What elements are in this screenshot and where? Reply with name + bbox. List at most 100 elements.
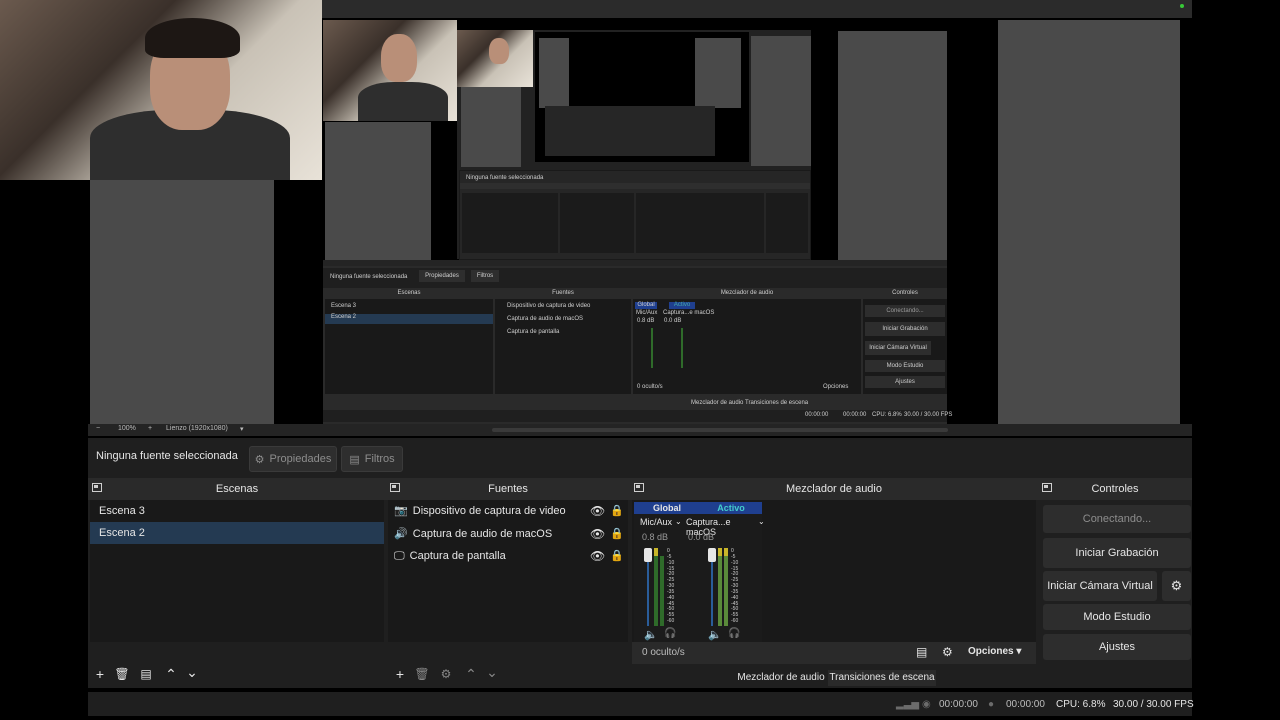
scene-item[interactable]: Escena 3 <box>90 500 384 522</box>
audio-meter-peak <box>718 548 722 556</box>
volume-track[interactable] <box>711 562 713 626</box>
horizontal-scrollbar[interactable] <box>492 428 948 432</box>
status-bar: ▂▃▅ ◉ 00:00:00 ● 00:00:00 CPU: 6.8% 30.0… <box>88 692 1194 716</box>
tab-scene-transitions[interactable]: Transiciones de escena <box>828 670 936 686</box>
cpu-usage: CPU: 6.8% <box>1056 699 1106 710</box>
move-scene-up-button[interactable]: ⌃ <box>162 666 180 683</box>
channel-db: 0.8 dB <box>642 532 669 542</box>
mute-speaker-icon[interactable]: 🔈 <box>708 628 722 641</box>
source-item[interactable]: 🖵 Captura de pantalla <box>394 545 506 567</box>
nested-tab-mixer: Mezclador de audio <box>691 400 744 406</box>
properties-button[interactable]: ⚙ Propiedades <box>249 446 337 472</box>
nested-mixer-dock: Mezclador de audio Global Activo Mic/Aux… <box>633 290 861 394</box>
monitor-headphone-icon[interactable]: 🎧 <box>664 628 676 639</box>
remove-source-button[interactable]: 🗑 <box>413 667 431 681</box>
filters-button[interactable]: ▤ Filtros <box>341 446 403 472</box>
zoom-out-button[interactable]: − <box>96 425 100 432</box>
monitor-icon: 🖵 <box>394 550 405 562</box>
lock-icon[interactable]: 🔒 <box>610 527 624 540</box>
nested-tab-transitions: Transiciones de escena <box>745 400 809 406</box>
undock-icon[interactable] <box>390 483 400 492</box>
fps-display: 30.00 / 30.00 FPS <box>1113 699 1194 710</box>
tab-audio-mixer[interactable]: Mezclador de audio <box>734 670 828 686</box>
start-recording-button[interactable]: Iniciar Grabación <box>1043 538 1191 568</box>
stream-icon: ◉ <box>922 699 931 710</box>
scenes-list: Escena 3 Escena 2 <box>90 500 384 642</box>
gear-icon[interactable]: ⚙ <box>942 645 953 659</box>
nested-props-button: Propiedades <box>419 270 465 282</box>
start-streaming-button[interactable]: Conectando... <box>1043 505 1191 533</box>
mute-speaker-icon[interactable]: 🔈 <box>644 628 658 641</box>
chevron-down-icon[interactable]: ⌄ <box>758 517 765 526</box>
nested-sources-dock: Fuentes Dispositivo de captura de video … <box>495 290 631 394</box>
volume-slider[interactable] <box>644 548 652 562</box>
undock-icon[interactable] <box>634 483 644 492</box>
studio-mode-button[interactable]: Modo Estudio <box>1043 604 1191 630</box>
properties-button-label: Propiedades <box>269 453 332 465</box>
nested-filters-button: Filtros <box>471 270 499 282</box>
active-tab[interactable]: Activo <box>700 502 762 514</box>
scene-item-selected[interactable]: Escena 2 <box>90 522 384 544</box>
undock-icon[interactable] <box>92 483 102 492</box>
channel-name[interactable]: Mic/Aux <box>640 517 672 527</box>
audio-meter-peak <box>654 548 658 556</box>
options-button[interactable]: Opciones ▾ <box>968 646 1021 657</box>
source-item[interactable]: 📷 Dispositivo de captura de video <box>394 500 566 522</box>
signal-bars-icon: ▂▃▅ <box>896 699 920 710</box>
audio-meter <box>654 556 658 626</box>
global-tab[interactable]: Global <box>634 502 700 514</box>
scenes-dock: Escenas Escena 3 Escena 2 + 🗑 ▤ ⌃ ⌄ <box>88 478 386 688</box>
mixer-area: Global Activo Mic/Aux ⌄ Captura...e macO… <box>632 500 1036 642</box>
scene-filters-button[interactable]: ▤ <box>137 667 155 681</box>
chevron-down-icon[interactable]: ⌄ <box>675 517 682 526</box>
source-item[interactable]: 🔊 Captura de audio de macOS <box>394 523 552 545</box>
mixer-dock-header: Mezclador de audio <box>630 478 1038 500</box>
mixer-title: Mezclador de audio <box>785 483 882 495</box>
speaker-icon: 🔊 <box>394 528 408 540</box>
camera-icon: 📷 <box>394 505 408 517</box>
meter-tick-label: -60 <box>667 618 675 624</box>
nested-scenes-dock: Escenas Escena 3 Escena 2 <box>325 290 493 394</box>
virtual-camera-settings-gear-icon[interactable]: ⚙ <box>1162 571 1191 601</box>
zoom-in-button[interactable]: + <box>148 425 152 432</box>
move-source-up-button[interactable]: ⌃ <box>462 666 480 683</box>
nested-controls-dock: Controles Conectando... Iniciar Grabació… <box>863 290 947 394</box>
chevron-down-icon: ▾ <box>1016 646 1022 657</box>
lock-icon[interactable]: 🔒 <box>610 549 624 562</box>
options-label: Opciones <box>968 646 1014 657</box>
stream-time: 00:00:00 <box>939 699 978 710</box>
layout-icon[interactable]: ▤ <box>916 645 927 659</box>
source-label: Captura de pantalla <box>409 550 506 562</box>
undock-icon[interactable] <box>1042 483 1052 492</box>
settings-button[interactable]: Ajustes <box>1043 634 1191 660</box>
move-scene-down-button[interactable]: ⌄ <box>183 664 201 681</box>
add-scene-button[interactable]: + <box>91 666 109 682</box>
audio-meter-peak <box>724 548 728 556</box>
hidden-count: 0 oculto/s <box>642 647 685 658</box>
audio-mixer-dock: Mezclador de audio Global Activo Mic/Aux… <box>630 478 1038 688</box>
add-source-button[interactable]: + <box>391 666 409 682</box>
record-icon: ● <box>988 699 995 710</box>
volume-track[interactable] <box>647 562 649 626</box>
nested-preview: Ninguna fuente seleccionada Ninguna fuen… <box>323 20 952 424</box>
visibility-eye-icon[interactable]: 👁 <box>590 504 605 518</box>
sources-title: Fuentes <box>488 483 528 495</box>
no-source-label: Ninguna fuente seleccionada <box>96 450 238 462</box>
sources-list: 📷 Dispositivo de captura de video 🔊 Capt… <box>388 500 628 642</box>
visibility-eye-icon[interactable]: 👁 <box>590 549 605 563</box>
nested-no-source: Ninguna fuente seleccionada <box>330 274 408 280</box>
volume-slider[interactable] <box>708 548 716 562</box>
monitor-headphone-icon[interactable]: 🎧 <box>728 628 740 639</box>
recording-indicator-dot <box>1180 4 1184 8</box>
meter-tick-label: -60 <box>731 618 739 624</box>
source-properties-button[interactable]: ⚙ <box>437 667 455 681</box>
lock-icon[interactable]: 🔒 <box>610 504 624 517</box>
visibility-eye-icon[interactable]: 👁 <box>590 527 605 541</box>
gear-icon: ⚙ <box>254 453 265 466</box>
mixer-toolbar: 0 oculto/s ▤ ⚙ Opciones ▾ <box>632 642 1036 664</box>
mixer-channels: Global Activo Mic/Aux ⌄ Captura...e macO… <box>634 502 765 642</box>
remove-scene-button[interactable]: 🗑 <box>113 667 131 681</box>
start-virtual-camera-button[interactable]: Iniciar Cámara Virtual <box>1043 571 1157 601</box>
move-source-down-button[interactable]: ⌄ <box>483 664 501 681</box>
canvas-dropdown-icon[interactable]: ▾ <box>240 425 244 433</box>
